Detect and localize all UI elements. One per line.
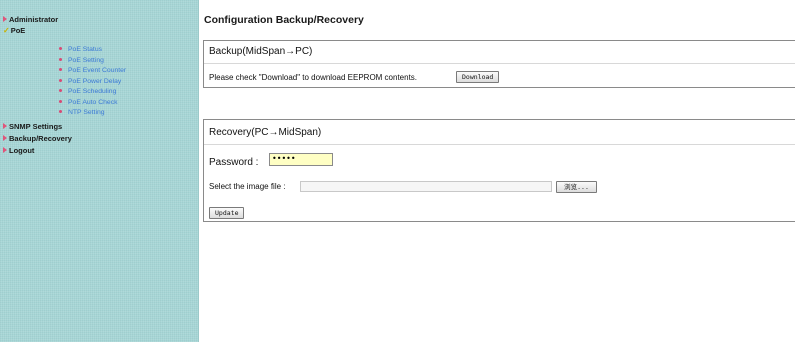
sidebar-subitem-label: PoE Scheduling xyxy=(68,88,117,95)
sidebar-item-logout[interactable]: Logout xyxy=(3,146,34,156)
password-label: Password : xyxy=(209,157,259,168)
sidebar-subitem-poe-status[interactable]: PoE Status xyxy=(59,45,102,54)
sidebar-subitem-label: PoE Event Counter xyxy=(68,67,127,74)
sidebar-item-poe[interactable]: ✓PoE xyxy=(3,26,25,36)
sidebar-subitem-poe-auto-check[interactable]: PoE Auto Check xyxy=(59,98,118,107)
recovery-panel: Recovery(PC→MidSpan) Password : ••••• Se… xyxy=(203,119,795,222)
sidebar-item-snmp-settings[interactable]: SNMP Settings xyxy=(3,122,62,132)
arrow-right-icon xyxy=(3,16,7,22)
sidebar-subitem-label: PoE Auto Check xyxy=(68,99,118,106)
arrow-right-icon xyxy=(3,123,7,129)
bullet-icon xyxy=(59,68,62,71)
browse-button[interactable]: 浏览... xyxy=(556,181,597,193)
recovery-title: Recovery(PC→MidSpan) xyxy=(209,127,322,138)
sidebar-subitem-label: PoE Setting xyxy=(68,57,104,64)
sidebar-item-backup-recovery[interactable]: Backup/Recovery xyxy=(3,134,72,144)
sidebar-item-label: Logout xyxy=(9,146,35,155)
sidebar-item-administrator[interactable]: Administrator xyxy=(3,15,58,25)
sidebar-nav: Administrator ✓PoE PoE Status PoE Settin… xyxy=(0,0,199,342)
backup-panel: Backup(MidSpan→PC) Please check "Downloa… xyxy=(203,40,795,88)
sidebar-subitem-poe-scheduling[interactable]: PoE Scheduling xyxy=(59,87,116,96)
bullet-icon xyxy=(59,89,62,92)
divider xyxy=(204,144,795,145)
page-title: Configuration Backup/Recovery xyxy=(204,14,364,26)
bullet-icon xyxy=(59,110,62,113)
sidebar-subitem-label: PoE Status xyxy=(68,46,103,53)
sidebar-item-label: PoE xyxy=(10,26,26,35)
arrow-right-icon xyxy=(3,135,7,141)
file-path-input[interactable] xyxy=(300,181,552,192)
sidebar-subitem-label: PoE Power Delay xyxy=(68,78,122,85)
sidebar-subitem-poe-setting[interactable]: PoE Setting xyxy=(59,56,104,65)
download-button[interactable]: Download xyxy=(456,71,500,83)
backup-instruction: Please check "Download" to download EEPR… xyxy=(209,73,418,82)
sidebar-subitem-poe-event-counter[interactable]: PoE Event Counter xyxy=(59,66,126,75)
sidebar-item-label: Administrator xyxy=(9,15,59,24)
bullet-icon xyxy=(59,100,62,103)
bullet-icon xyxy=(59,79,62,82)
file-select-label: Select the image file : xyxy=(209,182,286,191)
bullet-icon xyxy=(59,58,62,61)
sidebar-subitem-ntp-setting[interactable]: NTP Setting xyxy=(59,108,105,117)
main-content: Configuration Backup/Recovery Backup(Mid… xyxy=(199,0,795,342)
password-input[interactable]: ••••• xyxy=(269,153,333,166)
check-icon: ✓ xyxy=(3,26,10,35)
sidebar-subitem-label: NTP Setting xyxy=(68,109,105,116)
sidebar-item-label: Backup/Recovery xyxy=(9,134,72,143)
divider xyxy=(204,63,795,64)
sidebar-subitem-poe-power-delay[interactable]: PoE Power Delay xyxy=(59,77,121,86)
bullet-icon xyxy=(59,47,62,50)
sidebar-item-label: SNMP Settings xyxy=(9,122,63,131)
backup-title: Backup(MidSpan→PC) xyxy=(209,46,313,57)
arrow-right-icon xyxy=(3,147,7,153)
update-button[interactable]: Update xyxy=(209,207,245,219)
